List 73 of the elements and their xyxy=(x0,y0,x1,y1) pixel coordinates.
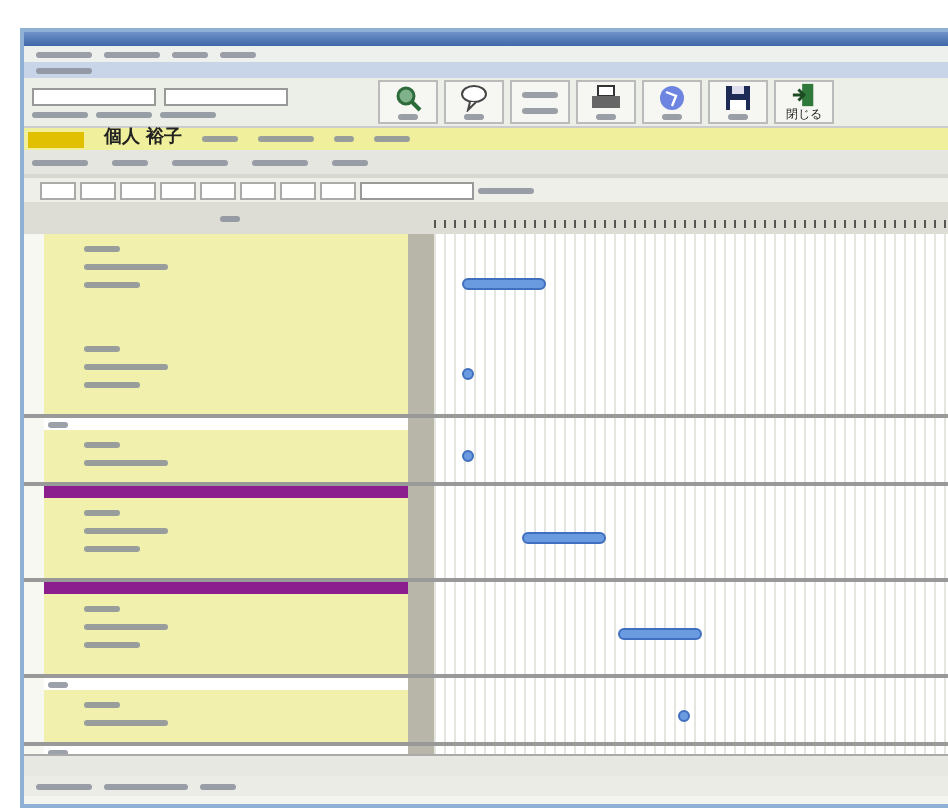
blurred-text xyxy=(84,346,120,352)
blurred-text xyxy=(104,783,188,789)
tab[interactable] xyxy=(200,181,236,199)
exit-door-icon xyxy=(790,82,818,108)
blurred-text xyxy=(728,114,748,120)
blurred-text xyxy=(160,111,216,117)
patient-id-field[interactable] xyxy=(28,131,84,147)
blurred-text xyxy=(172,51,208,57)
comment-button[interactable] xyxy=(444,80,504,124)
blurred-text xyxy=(478,187,534,193)
blurred-text xyxy=(220,51,256,57)
blurred-text xyxy=(332,159,368,165)
blurred-text xyxy=(219,215,239,221)
blurred-text xyxy=(84,264,168,270)
blurred-text xyxy=(596,114,616,120)
blurred-text xyxy=(84,382,140,388)
blurred-text xyxy=(36,67,92,73)
tab[interactable] xyxy=(80,181,116,199)
blurred-text xyxy=(48,421,68,427)
row-gutter xyxy=(408,486,434,578)
blurred-text xyxy=(32,111,88,117)
tab[interactable] xyxy=(320,181,356,199)
blurred-text xyxy=(200,783,236,789)
blurred-text xyxy=(202,136,239,142)
blurred-text xyxy=(84,642,140,648)
date-field[interactable] xyxy=(360,181,474,199)
blurred-text xyxy=(84,442,120,448)
blurred-text xyxy=(84,624,168,630)
blurred-text xyxy=(84,528,168,534)
view-button[interactable] xyxy=(378,80,438,124)
printer-icon xyxy=(590,84,622,112)
patient-name: 個人 裕子 xyxy=(104,130,183,148)
blurred-text xyxy=(32,159,88,165)
blurred-text xyxy=(258,136,315,142)
row-gutter xyxy=(408,678,434,742)
blurred-text xyxy=(36,783,92,789)
blurred-text xyxy=(48,681,68,687)
blurred-text xyxy=(84,720,168,726)
blurred-text xyxy=(84,460,168,466)
row-gutter xyxy=(408,418,434,482)
blurred-text xyxy=(398,114,418,120)
print-button[interactable] xyxy=(576,80,636,124)
blurred-text xyxy=(96,111,152,117)
blurred-text xyxy=(334,136,355,142)
blurred-text xyxy=(84,510,120,516)
tab[interactable] xyxy=(160,181,196,199)
blurred-text xyxy=(84,546,140,552)
tab[interactable] xyxy=(40,181,76,199)
tab[interactable] xyxy=(280,181,316,199)
tab[interactable] xyxy=(240,181,276,199)
date-field[interactable] xyxy=(164,87,288,105)
blurred-text xyxy=(522,91,558,97)
blurred-text xyxy=(374,136,411,142)
blurred-text xyxy=(662,114,682,120)
blurred-text xyxy=(172,159,228,165)
blurred-text xyxy=(464,114,484,120)
blurred-text xyxy=(36,51,92,57)
blurred-text xyxy=(84,606,120,612)
blurred-text xyxy=(84,282,140,288)
blurred-text xyxy=(104,51,160,57)
blurred-text xyxy=(252,159,308,165)
globe-icon xyxy=(658,84,686,112)
blurred-text xyxy=(84,702,120,708)
blurred-text xyxy=(84,246,120,252)
row-gutter xyxy=(408,582,434,674)
magnifier-icon xyxy=(394,84,422,112)
save-button[interactable] xyxy=(708,80,768,124)
blurred-text xyxy=(112,159,148,165)
date-field[interactable] xyxy=(32,87,156,105)
blurred-text xyxy=(84,364,168,370)
speech-bubble-icon xyxy=(458,84,490,112)
tab[interactable] xyxy=(120,181,156,199)
blurred-text xyxy=(522,107,558,113)
